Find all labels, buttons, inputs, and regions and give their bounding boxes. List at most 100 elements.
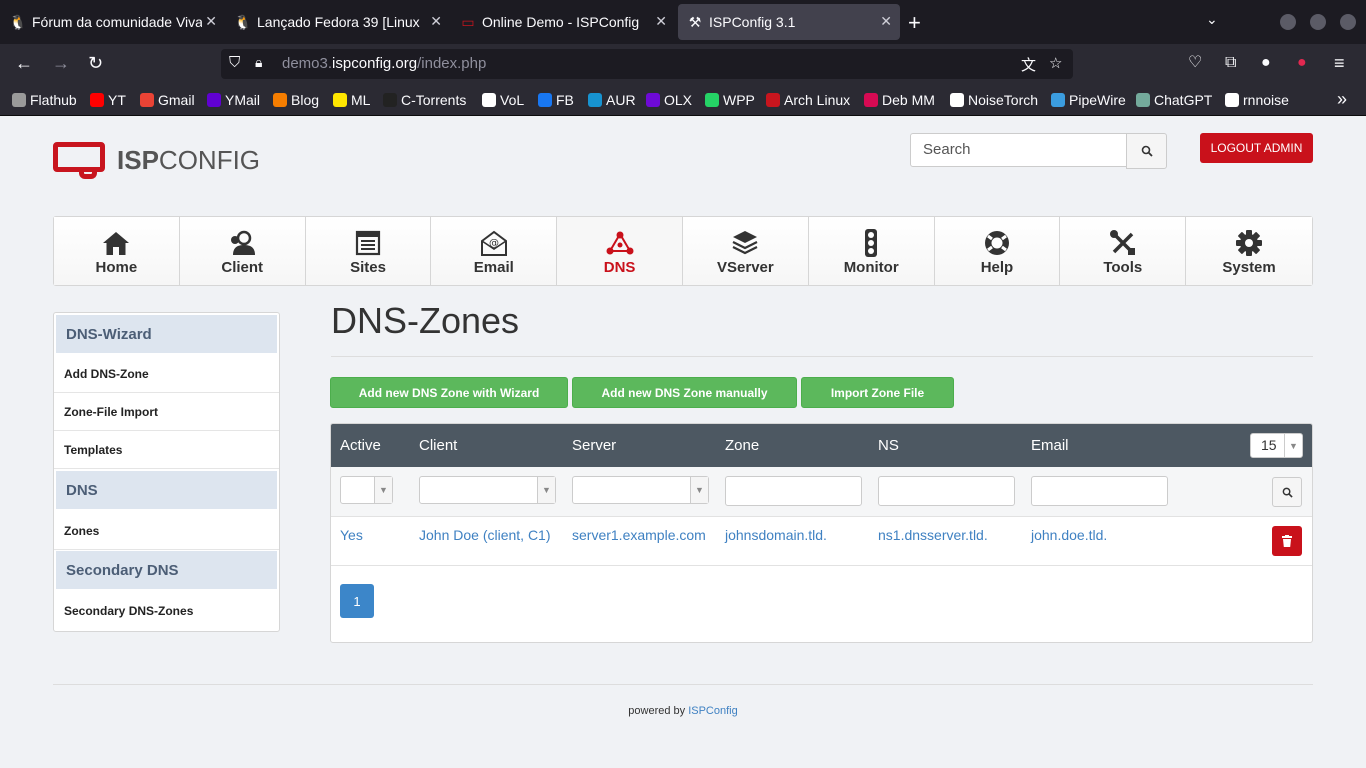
search-input[interactable]: Search: [910, 133, 1127, 167]
forward-icon[interactable]: →: [52, 53, 70, 73]
browser-tab-fedora[interactable]: 🐧 Lançado Fedora 39 [Linux ✕: [234, 0, 450, 44]
filter-active-select[interactable]: ▼: [340, 476, 393, 504]
add-dns-zone-manually-button[interactable]: Add new DNS Zone manually: [572, 377, 797, 408]
bookmark-label: Flathub: [30, 92, 77, 108]
chevron-down-icon: ▼: [1284, 434, 1302, 457]
bookmark-pipewire[interactable]: PipeWire: [1051, 92, 1126, 108]
browser-tab-forum[interactable]: 🐧 Fórum da comunidade Viva ✕: [9, 0, 225, 44]
menu-icon[interactable]: ≡: [1334, 53, 1345, 73]
extension-s-icon[interactable]: ●: [1261, 53, 1271, 73]
sidebar-item-secondary-dns-zones[interactable]: Secondary DNS-Zones: [54, 592, 279, 630]
cell-server[interactable]: server1.example.com: [572, 527, 706, 543]
address-bar[interactable]: ⛉ 🔒︎ demo3.ispconfig.org/index.php 文 ☆: [221, 49, 1073, 79]
bookmark-noisetorch[interactable]: NoiseTorch: [950, 92, 1038, 108]
bookmark-wpp[interactable]: WPP: [705, 92, 755, 108]
bookmark-label: PipeWire: [1069, 92, 1126, 108]
cell-active[interactable]: Yes: [340, 527, 363, 543]
column-header-active[interactable]: Active: [340, 437, 381, 454]
browser-tab-online-demo[interactable]: ▭ Online Demo - ISPConfig ✕: [460, 0, 675, 44]
extension-hand-icon[interactable]: ●: [1297, 53, 1307, 73]
sidebar-item-add-dns-zone[interactable]: Add DNS-Zone: [54, 355, 279, 393]
nav-client[interactable]: Client: [179, 217, 306, 285]
bookmark-yt[interactable]: YT: [90, 92, 126, 108]
column-header-zone[interactable]: Zone: [725, 437, 759, 454]
nav-dns[interactable]: DNS: [557, 217, 683, 285]
search-button[interactable]: [1126, 133, 1167, 169]
bookmark-gmail[interactable]: Gmail: [140, 92, 195, 108]
column-header-email[interactable]: Email: [1031, 437, 1069, 454]
nav-vserver[interactable]: VServer: [682, 217, 809, 285]
import-zone-file-button[interactable]: Import Zone File: [801, 377, 954, 408]
column-header-server[interactable]: Server: [572, 437, 616, 454]
cell-zone[interactable]: johnsdomain.tld.: [725, 527, 827, 543]
back-icon[interactable]: ←: [15, 53, 33, 73]
close-tab-icon[interactable]: ✕: [205, 13, 217, 30]
column-header-ns[interactable]: NS: [878, 437, 899, 454]
home-icon: [103, 232, 130, 255]
pagination-page-1[interactable]: 1: [340, 584, 374, 618]
cell-client[interactable]: John Doe (client, C1): [419, 527, 551, 543]
bookmark-c-torrents[interactable]: C-Torrents: [383, 92, 466, 108]
bookmark-aur[interactable]: AUR: [588, 92, 636, 108]
column-header-client[interactable]: Client: [419, 437, 457, 454]
translate-icon[interactable]: 文: [1021, 54, 1036, 75]
table-header: Active Client Server Zone NS Email 15 ▼: [331, 424, 1312, 467]
cell-ns[interactable]: ns1.dnsserver.tld.: [878, 527, 988, 543]
nav-sites[interactable]: Sites: [305, 217, 432, 285]
maximize-icon[interactable]: [1310, 14, 1326, 30]
bookmark-vol[interactable]: VoL: [482, 92, 524, 108]
sidebar-item-templates[interactable]: Templates: [54, 431, 279, 469]
close-tab-icon[interactable]: ✕: [655, 13, 667, 30]
close-window-icon[interactable]: [1340, 14, 1356, 30]
nav-tools[interactable]: Tools: [1060, 217, 1187, 285]
filter-search-button[interactable]: [1272, 477, 1302, 507]
nav-system[interactable]: System: [1186, 217, 1312, 285]
filter-client-select[interactable]: ▼: [419, 476, 556, 504]
close-tab-icon[interactable]: ✕: [430, 13, 442, 30]
minimize-icon[interactable]: [1280, 14, 1296, 30]
delete-button[interactable]: [1272, 526, 1302, 556]
bookmark-blog[interactable]: Blog: [273, 92, 319, 108]
bookmark-fb[interactable]: FB: [538, 92, 574, 108]
nav-monitor[interactable]: Monitor: [808, 217, 935, 285]
bookmark-ymail[interactable]: YMail: [207, 92, 260, 108]
url-text[interactable]: demo3.ispconfig.org/index.php: [282, 55, 486, 72]
reload-icon[interactable]: ↻: [88, 53, 103, 73]
footer-ispconfig-link[interactable]: ISPConfig: [688, 705, 738, 717]
more-bookmarks-icon[interactable]: »: [1337, 89, 1347, 110]
per-page-select[interactable]: 15 ▼: [1250, 433, 1303, 458]
bookmark-flathub[interactable]: Flathub: [12, 92, 77, 108]
bookmark-star-icon[interactable]: ☆: [1049, 54, 1062, 72]
browser-tab-ispconfig[interactable]: ⚒ ISPConfig 3.1 ✕: [678, 4, 900, 40]
nav-help[interactable]: Help: [934, 217, 1061, 285]
logout-button[interactable]: LOGOUT ADMIN: [1200, 133, 1313, 163]
ispconfig-logo[interactable]: ISPCONFIG: [53, 138, 260, 182]
bookmark-favicon-icon: [90, 93, 104, 107]
nav-email[interactable]: @ Email: [431, 217, 558, 285]
sidebar-item-zones[interactable]: Zones: [54, 512, 279, 550]
sidebar-item-zone-file-import[interactable]: Zone-File Import: [54, 393, 279, 431]
table-row[interactable]: Yes John Doe (client, C1) server1.exampl…: [331, 517, 1312, 566]
nav-label: Help: [980, 259, 1014, 276]
tracking-protection-icon[interactable]: ⛉: [229, 54, 240, 71]
filter-zone-input[interactable]: [725, 476, 862, 506]
new-tab-icon[interactable]: +: [908, 10, 921, 36]
cell-email[interactable]: john.doe.tld.: [1031, 527, 1107, 543]
bookmark-rnnoise[interactable]: rnnoise: [1225, 92, 1289, 108]
extensions-icon[interactable]: ⧉: [1225, 53, 1236, 73]
bookmark-arch-linux[interactable]: Arch Linux: [766, 92, 850, 108]
filter-email-input[interactable]: [1031, 476, 1168, 506]
bookmark-ml[interactable]: ML: [333, 92, 370, 108]
list-tabs-icon[interactable]: ⌄: [1206, 11, 1218, 28]
bookmark-favicon-icon: [140, 93, 154, 107]
bookmark-olx[interactable]: OLX: [646, 92, 692, 108]
pocket-icon[interactable]: ♡: [1188, 53, 1202, 73]
lock-icon[interactable]: 🔒︎: [255, 54, 262, 71]
close-tab-icon[interactable]: ✕: [880, 13, 892, 30]
bookmark-chatgpt[interactable]: ChatGPT: [1136, 92, 1212, 108]
filter-ns-input[interactable]: [878, 476, 1015, 506]
filter-server-select[interactable]: ▼: [572, 476, 709, 504]
bookmark-deb-mm[interactable]: Deb MM: [864, 92, 935, 108]
add-dns-zone-wizard-button[interactable]: Add new DNS Zone with Wizard: [330, 377, 568, 408]
nav-home[interactable]: Home: [54, 217, 180, 285]
